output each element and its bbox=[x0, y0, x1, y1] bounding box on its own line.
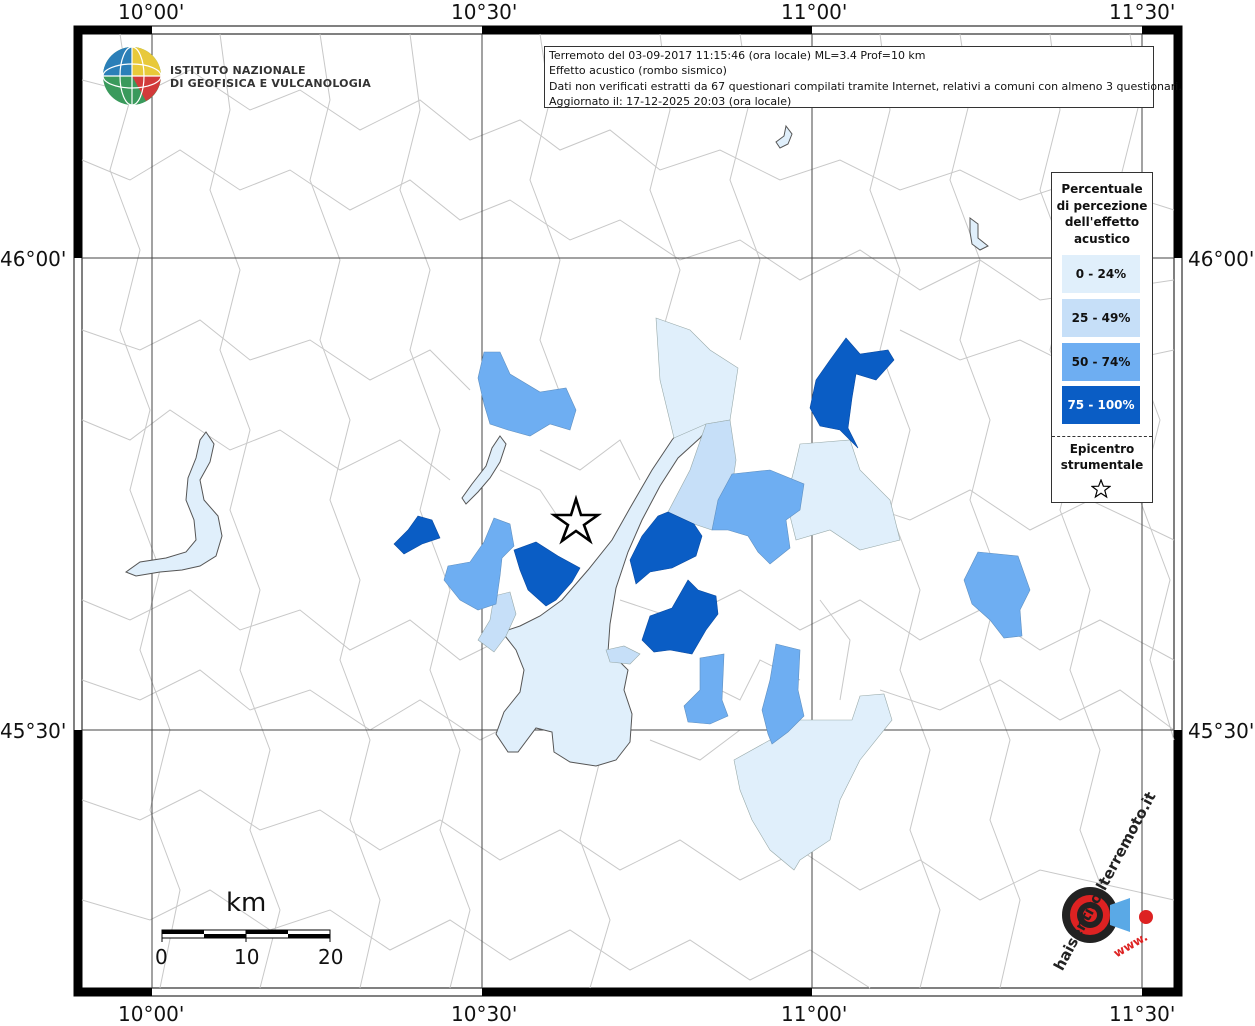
axis-bottom-10-00: 10°00' bbox=[118, 1002, 185, 1026]
event-info-line3: Dati non verificati estratti da 67 quest… bbox=[549, 79, 1182, 93]
legend-class-0-24: 0 - 24% bbox=[1062, 255, 1140, 293]
axis-top-10-00: 10°00' bbox=[118, 0, 185, 24]
ingv-logo-globe-icon bbox=[102, 46, 162, 106]
scale-tick-20: 20 bbox=[318, 945, 344, 969]
ingv-logo-line1: ISTITUTO NAZIONALE bbox=[170, 64, 306, 77]
event-info-box: Terremoto del 03-09-2017 11:15:46 (ora l… bbox=[544, 46, 1182, 108]
legend-epicenter-line2: strumentale bbox=[1060, 458, 1144, 472]
axis-bottom-10-30: 10°30' bbox=[451, 1002, 518, 1026]
legend-title-line1: Percentuale bbox=[1061, 182, 1143, 196]
ingv-logo-text: ISTITUTO NAZIONALE DI GEOFISICA E VULCAN… bbox=[170, 64, 371, 90]
scale-unit: km bbox=[226, 888, 267, 918]
axis-top-11-00: 11°00' bbox=[781, 0, 848, 24]
scale-tick-0: 0 bbox=[155, 945, 168, 969]
event-info-line2: Effetto acustico (rombo sismico) bbox=[549, 64, 727, 78]
ingv-logo-line2: DI GEOFISICA E VULCANOLOGIA bbox=[170, 77, 371, 90]
legend-class-50-74: 50 - 74% bbox=[1062, 343, 1140, 381]
legend-class-25-49: 25 - 49% bbox=[1062, 299, 1140, 337]
legend-class-75-100: 75 - 100% bbox=[1062, 386, 1140, 424]
axis-right-46-00: 46°00' bbox=[1188, 247, 1255, 271]
event-info-line4: Aggiornato il: 17-12-2025 20:03 (ora loc… bbox=[549, 94, 792, 108]
axis-left-45-30: 45°30' bbox=[0, 719, 67, 743]
axis-bottom-11-00: 11°00' bbox=[781, 1002, 848, 1026]
legend-epicenter-line1: Epicentro bbox=[1069, 442, 1135, 456]
map[interactable] bbox=[0, 0, 1255, 1024]
legend-title-line4: acustico bbox=[1073, 231, 1131, 246]
axis-top-11-30: 11°30' bbox=[1109, 0, 1176, 24]
scale-tick-10: 10 bbox=[234, 945, 260, 969]
axis-right-45-30: 45°30' bbox=[1188, 719, 1255, 743]
legend-epicenter: Epicentro strumentale bbox=[1052, 441, 1152, 473]
legend-separator bbox=[1052, 436, 1152, 437]
legend: Percentuale di percezione dell'effetto a… bbox=[1051, 172, 1153, 503]
axis-bottom-11-30: 11°30' bbox=[1109, 1002, 1176, 1026]
legend-title-line2: di percezione bbox=[1056, 198, 1148, 213]
axis-left-46-00: 46°00' bbox=[0, 247, 67, 271]
legend-title: Percentuale di percezione dell'effetto a… bbox=[1052, 181, 1152, 247]
legend-star-icon bbox=[1091, 479, 1111, 499]
event-info-line1: Terremoto del 03-09-2017 11:15:46 (ora l… bbox=[549, 49, 926, 62]
axis-top-10-30: 10°30' bbox=[451, 0, 518, 24]
legend-title-line3: dell'effetto bbox=[1064, 215, 1140, 229]
